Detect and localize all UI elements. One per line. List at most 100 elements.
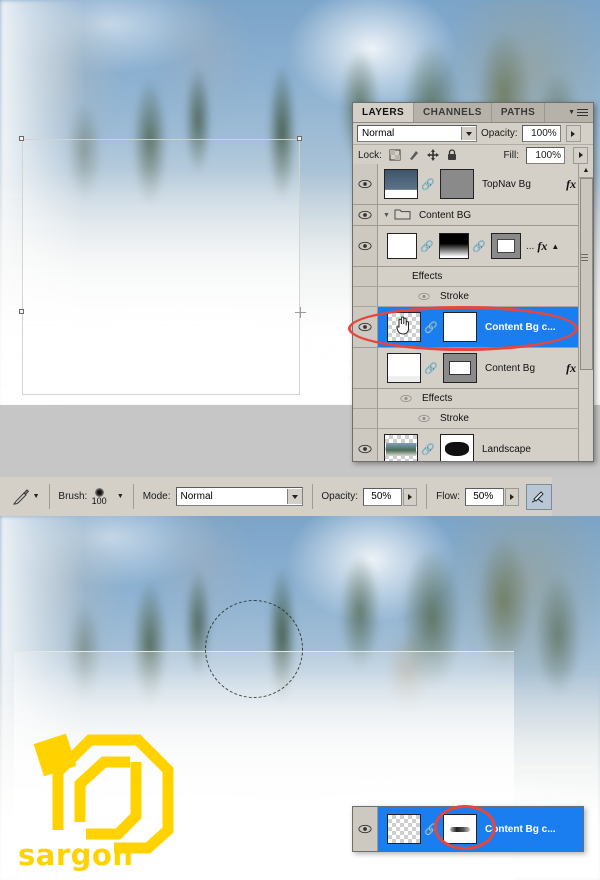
opacity-value: 100% xyxy=(531,128,557,139)
flow-value: 50% xyxy=(473,491,494,502)
spacer xyxy=(353,409,378,428)
layer-name: Content Bg xyxy=(485,362,536,374)
brush-label: Brush: xyxy=(58,491,88,502)
layer-mask-thumbnail[interactable] xyxy=(439,233,469,259)
eye-icon-off[interactable] xyxy=(353,348,378,388)
opacity-input[interactable]: 100% xyxy=(521,125,561,142)
lock-row[interactable]: Lock: Fill: 100% xyxy=(353,145,593,166)
flow-stepper[interactable] xyxy=(505,487,520,506)
eye-icon[interactable] xyxy=(400,394,412,403)
chevron-down-icon[interactable]: ▼ xyxy=(33,493,40,500)
chevron-up-icon[interactable]: ▲ xyxy=(551,242,564,251)
brush-cursor-circle-icon xyxy=(205,600,303,698)
opacity-value: 50% xyxy=(371,491,392,502)
eye-icon[interactable] xyxy=(353,807,378,851)
mode-label: Mode: xyxy=(142,491,171,502)
fill-stepper[interactable] xyxy=(573,146,588,164)
layer-mask-thumbnail[interactable] xyxy=(440,169,474,199)
link-icon[interactable]: 🔗 xyxy=(424,823,438,836)
lock-image-pixels-icon[interactable] xyxy=(408,149,420,161)
tab-channels[interactable]: CHANNELS xyxy=(414,103,492,122)
spacer xyxy=(353,267,378,286)
divider xyxy=(426,484,428,509)
brush-tool-icon[interactable] xyxy=(9,485,33,509)
eye-icon[interactable] xyxy=(353,205,378,225)
resize-grip-icon[interactable] xyxy=(581,252,588,263)
annotation-ellipse-mask-thumbnail xyxy=(434,805,496,850)
transform-bounding-box[interactable] xyxy=(22,139,300,395)
effect-row-stroke-2[interactable]: Stroke xyxy=(353,409,593,429)
divider xyxy=(311,484,313,509)
annotation-ellipse-selected-layer xyxy=(348,306,578,351)
chevron-down-icon[interactable] xyxy=(461,127,476,140)
link-icon[interactable]: 🔗 xyxy=(424,362,438,375)
spacer xyxy=(353,389,378,408)
blend-opacity-row[interactable]: Normal Opacity: 100% xyxy=(353,123,593,145)
divider xyxy=(132,484,134,509)
layer-row-landscape[interactable]: 🔗 Landscape xyxy=(353,429,593,461)
layer-thumbnail[interactable] xyxy=(384,169,418,199)
transform-reference-point-icon[interactable] xyxy=(295,307,306,318)
layer-name: Landscape xyxy=(482,443,531,455)
link-icon[interactable]: 🔗 xyxy=(421,178,435,191)
airbrush-icon[interactable] xyxy=(526,483,552,510)
tab-layers[interactable]: LAYERS xyxy=(353,103,415,122)
layer-thumbnail[interactable] xyxy=(384,434,418,461)
eye-icon[interactable] xyxy=(353,164,378,204)
more-indicator: ... xyxy=(526,240,535,252)
layer-name: TopNav Bg xyxy=(482,178,531,190)
tab-paths[interactable]: PATHS xyxy=(491,103,546,122)
effects-header-row[interactable]: Effects xyxy=(353,267,593,287)
eye-icon[interactable] xyxy=(353,429,378,461)
effect-label: Stroke xyxy=(440,413,469,424)
eye-icon[interactable] xyxy=(418,292,430,301)
layer-thumbnail[interactable] xyxy=(387,233,417,259)
layer-effects-badge[interactable]: fx xyxy=(537,239,551,254)
mode-select[interactable]: Normal xyxy=(175,487,303,506)
chevron-down-icon[interactable]: ▼ xyxy=(117,493,124,500)
eye-icon[interactable] xyxy=(418,414,430,423)
chevron-down-icon[interactable]: ▼ xyxy=(383,212,390,219)
tool-options-bar[interactable]: ▼ Brush: 100 ▼ Mode: Normal Opacity: 50%… xyxy=(0,477,552,517)
screenshot-root: LAYERS CHANNELS PATHS ▼ Normal Opacity: … xyxy=(0,0,600,880)
link-icon[interactable]: 🔗 xyxy=(420,240,434,253)
layer-row-content-bg-shape[interactable]: 🔗 🔗 ... fx ▲ xyxy=(353,226,593,267)
transform-handle-ml[interactable] xyxy=(19,309,24,314)
flow-input[interactable]: 50% xyxy=(465,487,505,506)
eye-icon[interactable] xyxy=(353,226,378,266)
chevron-down-icon[interactable] xyxy=(286,489,302,504)
blend-mode-select[interactable]: Normal xyxy=(357,125,477,142)
layers-panel[interactable]: LAYERS CHANNELS PATHS ▼ Normal Opacity: … xyxy=(352,102,594,462)
link-icon[interactable]: 🔗 xyxy=(421,443,435,456)
layer-thumbnail[interactable] xyxy=(387,353,421,383)
folder-icon xyxy=(394,207,411,223)
lock-transparent-pixels-icon[interactable] xyxy=(389,149,401,161)
lock-label: Lock: xyxy=(358,149,382,161)
link-icon[interactable]: 🔗 xyxy=(472,240,486,253)
tab-channels-label: CHANNELS xyxy=(423,107,482,118)
scrollbar-thumb[interactable] xyxy=(580,178,593,370)
brush-tip-preview-icon[interactable]: 100 xyxy=(87,484,111,510)
transform-handle-tl[interactable] xyxy=(19,136,24,141)
layer-row-content-bg-group[interactable]: ▼ Content BG xyxy=(353,205,593,226)
flow-label: Flow: xyxy=(436,491,461,502)
layer-mask-thumbnail[interactable] xyxy=(443,353,477,383)
scroll-up-icon[interactable]: ▲ xyxy=(579,164,593,178)
effects-header-row-2[interactable]: Effects xyxy=(353,389,593,409)
opacity-input[interactable]: 50% xyxy=(363,487,403,506)
fill-input[interactable]: 100% xyxy=(526,146,565,164)
layer-thumbnail[interactable] xyxy=(387,814,421,844)
layer-row-content-bg[interactable]: 🔗 Content Bg fx ▲ xyxy=(353,348,593,389)
opacity-stepper[interactable] xyxy=(403,487,418,506)
transform-handle-tr[interactable] xyxy=(297,136,302,141)
panel-menu-icon[interactable]: ▼ xyxy=(563,103,593,122)
vector-mask-thumbnail[interactable] xyxy=(491,233,521,259)
panel-tab-bar[interactable]: LAYERS CHANNELS PATHS ▼ xyxy=(353,103,593,123)
layer-row-topnav-bg[interactable]: 🔗 TopNav Bg fx ▲ xyxy=(353,164,593,205)
lock-position-icon[interactable] xyxy=(426,149,439,161)
opacity-stepper[interactable] xyxy=(565,125,581,142)
layers-scrollbar[interactable]: ▲ xyxy=(578,164,593,461)
lock-all-icon[interactable] xyxy=(446,149,458,161)
layer-mask-thumbnail[interactable] xyxy=(440,434,474,461)
effect-row-stroke[interactable]: Stroke xyxy=(353,287,593,307)
